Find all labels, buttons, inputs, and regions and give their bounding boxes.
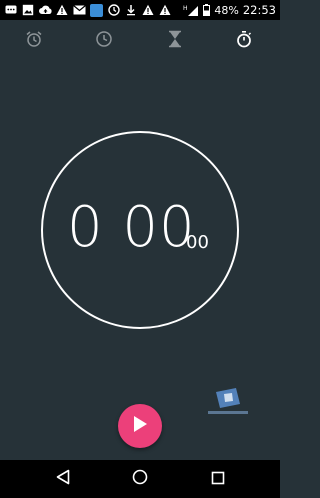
start-button[interactable] [118, 404, 162, 448]
signal-icon: H [183, 4, 199, 16]
stopwatch-icon [235, 30, 253, 48]
stopwatch-time: 0 00 [67, 195, 196, 260]
system-status: H 48% 22:53 [183, 0, 276, 20]
battery-percent: 48% [214, 3, 239, 17]
status-bar: H 48% 22:53 [0, 0, 280, 20]
warning-icon [159, 4, 171, 16]
back-icon [56, 469, 70, 489]
hourglass-icon [167, 30, 183, 48]
app-blue-icon [90, 3, 103, 17]
warning-icon [142, 4, 154, 16]
image-icon [22, 4, 34, 16]
stopwatch-hundredths: 00 [186, 232, 209, 253]
watermark-logo [206, 386, 250, 422]
gmail-icon [73, 4, 86, 16]
back-button[interactable] [53, 469, 73, 489]
tab-timer[interactable] [164, 28, 186, 50]
play-icon [132, 415, 148, 437]
navigation-bar [0, 460, 280, 498]
recents-button[interactable] [208, 469, 228, 489]
tab-clock[interactable] [93, 28, 115, 50]
status-time: 22:53 [242, 3, 276, 17]
clock-icon [95, 30, 113, 48]
sync-icon [108, 4, 120, 16]
message-icon [5, 4, 17, 16]
notification-icons [0, 3, 171, 17]
tab-alarm[interactable] [23, 28, 45, 50]
download-icon [125, 4, 137, 16]
alarm-clock-icon [25, 30, 43, 48]
recents-icon [211, 470, 225, 489]
clock-tabs [0, 24, 280, 54]
tab-stopwatch[interactable] [233, 28, 255, 50]
battery-icon [203, 4, 211, 16]
home-icon [132, 469, 148, 489]
home-button[interactable] [130, 469, 150, 489]
stopwatch-time-display: 0 00 00 [0, 197, 280, 267]
cloud-upload-icon [39, 4, 52, 16]
warning-icon [56, 4, 68, 16]
svg-text:H: H [183, 5, 188, 12]
